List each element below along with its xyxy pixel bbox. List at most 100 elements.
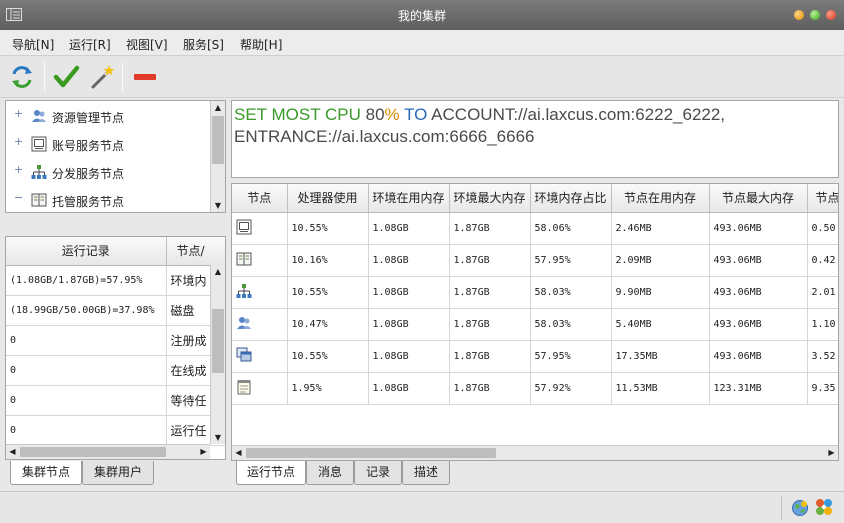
node-icon-cell xyxy=(232,276,288,309)
table-row[interactable]: 10.55% 1.08GB 1.87GB 58.03% 9.90MB 493.0… xyxy=(232,276,838,309)
node-icon-cell xyxy=(232,308,288,341)
table-cell: 1.08GB xyxy=(368,308,450,341)
column-header-node[interactable]: 节点/ xyxy=(166,237,225,266)
table-cell: 10.55% xyxy=(287,340,369,373)
run-records-panel: 运行记录 节点/ (1.08GB/1.87GB)=57.95% 环境内 (18.9… xyxy=(5,236,226,460)
column-header-env-memory-ratio[interactable]: 环境内存占比 xyxy=(530,184,612,213)
records-horizontal-scrollbar[interactable]: ◀ ▶ xyxy=(6,444,210,459)
table-row[interactable]: 10.55% 1.08GB 1.87GB 57.95% 17.35MB 493.… xyxy=(232,340,838,373)
column-header-cpu-usage[interactable]: 处理器使用 xyxy=(287,184,369,213)
scroll-up-arrow[interactable]: ▲ xyxy=(211,265,225,278)
table-cell: 57.92% xyxy=(530,372,612,405)
butterfly-icon[interactable] xyxy=(815,498,833,516)
expand-toggle[interactable]: + xyxy=(14,135,23,148)
collapse-toggle[interactable]: − xyxy=(14,191,23,204)
table-cell: 10.55% xyxy=(287,212,369,245)
record-value: 0 xyxy=(6,415,167,446)
column-header-node-max-memory[interactable]: 节点最大内存 xyxy=(709,184,808,213)
table-row[interactable]: 0 等待任 xyxy=(6,385,225,416)
tab-messages[interactable]: 消息 xyxy=(306,461,354,485)
maximize-button[interactable] xyxy=(810,10,820,20)
table-row[interactable]: 0 在线成 xyxy=(6,355,225,386)
run-records-table: 运行记录 节点/ (1.08GB/1.87GB)=57.95% 环境内 (18.9… xyxy=(6,237,225,446)
column-header-node[interactable]: 节点 xyxy=(232,184,288,213)
table-row[interactable]: (1.08GB/1.87GB)=57.95% 环境内 xyxy=(6,265,225,296)
console-percent: % xyxy=(384,105,400,124)
record-value: 0 xyxy=(6,385,167,416)
table-cell: 17.35MB xyxy=(611,340,710,373)
table-row[interactable]: 10.55% 1.08GB 1.87GB 58.06% 2.46MB 493.0… xyxy=(232,212,838,245)
tree-item-resource-nodes[interactable]: + 资源管理节点 xyxy=(6,102,211,130)
scroll-thumb[interactable] xyxy=(212,309,224,373)
table-cell: 1.08GB xyxy=(368,212,450,245)
tree-item-hosting-nodes[interactable]: − 托管服务节点 xyxy=(6,186,211,212)
table-row[interactable]: 10.16% 1.08GB 1.87GB 57.95% 2.09MB 493.0… xyxy=(232,244,838,277)
tab-records[interactable]: 记录 xyxy=(354,461,402,485)
tab-cluster-nodes[interactable]: 集群节点 xyxy=(10,461,82,485)
column-header-run-record[interactable]: 运行记录 xyxy=(6,237,167,266)
scroll-right-arrow[interactable]: ▶ xyxy=(197,445,210,459)
globe-icon[interactable] xyxy=(791,499,809,517)
table-cell: 0.50 xyxy=(807,212,838,245)
scroll-left-arrow[interactable]: ◀ xyxy=(232,446,245,460)
refresh-icon[interactable] xyxy=(8,63,36,91)
minimize-button[interactable] xyxy=(794,10,804,20)
table-row[interactable]: 0 运行任 xyxy=(6,415,225,446)
table-row[interactable]: 10.47% 1.08GB 1.87GB 58.03% 5.40MB 493.0… xyxy=(232,308,838,341)
menu-service[interactable]: 服务[S] xyxy=(183,36,224,53)
table-row[interactable]: 1.95% 1.08GB 1.87GB 57.92% 11.53MB 123.3… xyxy=(232,372,838,405)
expand-toggle[interactable]: + xyxy=(14,163,23,176)
column-header-env-max-memory[interactable]: 环境最大内存 xyxy=(449,184,531,213)
stop-icon[interactable] xyxy=(131,63,159,91)
scroll-thumb[interactable] xyxy=(20,447,166,457)
tree-vertical-scrollbar[interactable]: ▲ ▼ xyxy=(210,101,225,212)
table-cell: 493.06MB xyxy=(709,340,808,373)
table-row[interactable]: 0 注册成 xyxy=(6,325,225,356)
menu-run[interactable]: 运行[R] xyxy=(69,36,111,53)
console-keyword: SET MOST CPU xyxy=(234,105,361,124)
scroll-down-arrow[interactable]: ▼ xyxy=(211,199,225,212)
magic-wand-icon[interactable] xyxy=(88,63,116,91)
tab-description[interactable]: 描述 xyxy=(402,461,450,485)
book-icon xyxy=(236,252,252,265)
column-header-node-extra[interactable]: 节点 xyxy=(807,184,838,213)
close-button[interactable] xyxy=(826,10,836,20)
table-cell: 10.47% xyxy=(287,308,369,341)
title-bar: 我的集群 xyxy=(0,0,844,30)
checkmark-icon[interactable] xyxy=(52,63,80,91)
status-separator xyxy=(781,496,782,520)
scroll-thumb[interactable] xyxy=(246,448,496,458)
table-cell: 1.08GB xyxy=(368,340,450,373)
menu-view[interactable]: 视图[V] xyxy=(126,36,168,53)
node-icon-cell xyxy=(232,372,288,405)
running-nodes-panel: 节点 处理器使用 环境在用内存 环境最大内存 环境内存占比 节点在用内存 节点最… xyxy=(231,183,839,461)
nodes-horizontal-scrollbar[interactable]: ◀ ▶ xyxy=(232,445,838,460)
tab-cluster-users[interactable]: 集群用户 xyxy=(82,461,154,485)
scroll-left-arrow[interactable]: ◀ xyxy=(6,445,19,459)
console-text: ACCOUNT://ai.laxcus.com:6222_6222, xyxy=(427,105,726,124)
table-cell: 1.10 xyxy=(807,308,838,341)
scroll-thumb[interactable] xyxy=(212,116,224,164)
table-row[interactable]: (18.99GB/50.00GB)=37.98% 磁盘 xyxy=(6,295,225,326)
tree-item-label: 分发服务节点 xyxy=(52,167,125,181)
left-tab-bar: 集群节点 集群用户 xyxy=(5,461,226,487)
table-cell: 3.52 xyxy=(807,340,838,373)
table-cell: 5.40MB xyxy=(611,308,710,341)
table-cell: 2.01 xyxy=(807,276,838,309)
tree-item-label: 账号服务节点 xyxy=(52,139,125,153)
tab-running-nodes[interactable]: 运行节点 xyxy=(236,461,306,485)
scroll-right-arrow[interactable]: ▶ xyxy=(825,446,838,460)
menu-navigate[interactable]: 导航[N] xyxy=(12,36,54,53)
console-number: 80 xyxy=(360,105,385,124)
expand-toggle[interactable]: + xyxy=(14,107,23,120)
column-header-node-used-memory[interactable]: 节点在用内存 xyxy=(611,184,710,213)
scroll-up-arrow[interactable]: ▲ xyxy=(211,101,225,114)
column-header-env-used-memory[interactable]: 环境在用内存 xyxy=(368,184,450,213)
command-console[interactable]: SET MOST CPU 80% TO ACCOUNT://ai.laxcus.… xyxy=(231,100,839,178)
menu-help[interactable]: 帮助[H] xyxy=(240,36,282,53)
tree-item-account-nodes[interactable]: + 账号服务节点 xyxy=(6,130,211,158)
tree-item-distribution-nodes[interactable]: + 分发服务节点 xyxy=(6,158,211,186)
running-nodes-table: 节点 处理器使用 环境在用内存 环境最大内存 环境内存占比 节点在用内存 节点最… xyxy=(232,184,838,405)
records-vertical-scrollbar[interactable]: ▲ ▼ xyxy=(210,265,225,444)
scroll-down-arrow[interactable]: ▼ xyxy=(211,431,225,444)
